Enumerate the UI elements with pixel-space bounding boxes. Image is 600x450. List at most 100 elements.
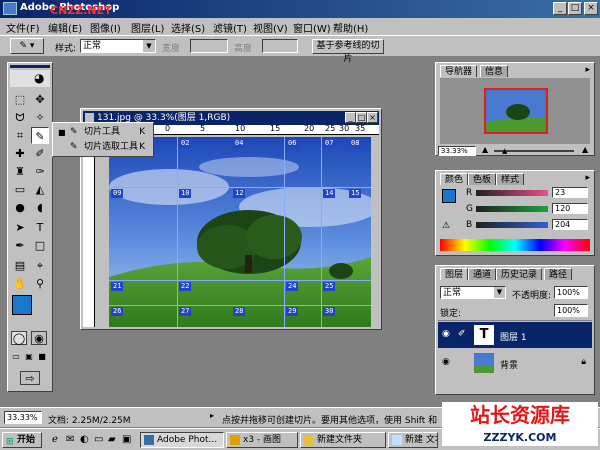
- slice-badge[interactable]: 30: [323, 307, 336, 316]
- move-tool-icon[interactable]: ✥: [31, 91, 49, 108]
- foreground-color-swatch[interactable]: [12, 295, 32, 315]
- slice-badge[interactable]: 25: [323, 282, 336, 291]
- path-selection-tool-icon[interactable]: ➤: [11, 219, 29, 236]
- slices-from-guides-button[interactable]: 基于参考线的切片: [312, 39, 384, 64]
- slice-badge[interactable]: 12: [233, 189, 246, 198]
- blur-tool-icon[interactable]: ●: [11, 199, 29, 216]
- marquee-tool-icon[interactable]: ⬚: [11, 91, 29, 108]
- slice-badge[interactable]: 29: [286, 307, 299, 316]
- brush-tool-icon[interactable]: ✐: [31, 145, 49, 162]
- eyedropper-tool-icon[interactable]: ⌖: [31, 257, 49, 274]
- desktop-icon[interactable]: ▭: [94, 434, 103, 445]
- minimize-button[interactable]: _: [553, 2, 567, 15]
- tab-color[interactable]: 颜色: [440, 173, 469, 185]
- slice-badge[interactable]: 24: [286, 282, 299, 291]
- flyout-item-slice-select-tool[interactable]: ✎ 切片选取工具 K: [56, 140, 151, 155]
- tab-navigator[interactable]: 导航器: [440, 65, 478, 77]
- fill-field[interactable]: 100%: [554, 304, 588, 317]
- close-button[interactable]: ×: [584, 2, 598, 15]
- zoom-slider-thumb-icon[interactable]: ▲: [502, 147, 507, 155]
- taskbar-button-notepad[interactable]: 新建 文本: [388, 432, 438, 448]
- layer-row-selected[interactable]: ◉ ✐ T 图层 1: [438, 322, 592, 348]
- channel-g-slider[interactable]: [476, 206, 548, 212]
- color-spectrum-bar[interactable]: [440, 239, 590, 251]
- navigator-view-box[interactable]: [484, 88, 548, 134]
- taskbar-button-paint[interactable]: x3 - 画图: [226, 432, 298, 448]
- eye-icon[interactable]: ◉: [442, 329, 450, 339]
- channel-b-value[interactable]: 204: [552, 219, 588, 230]
- maximize-button[interactable]: □: [568, 2, 582, 15]
- tab-paths[interactable]: 路径: [544, 268, 573, 280]
- panel-menu-icon[interactable]: ▸: [585, 65, 590, 75]
- slice-badge[interactable]: 02: [179, 139, 192, 148]
- adobe-logo-icon[interactable]: ◕: [10, 70, 50, 87]
- menu-layer[interactable]: 图层(L): [131, 20, 164, 35]
- tab-swatches[interactable]: 色板: [468, 173, 497, 185]
- screen-mode-2-icon[interactable]: ▣: [23, 351, 35, 363]
- rectangle-tool-icon[interactable]: □: [31, 237, 49, 254]
- opacity-field[interactable]: 100%: [554, 286, 588, 299]
- outlook-icon[interactable]: ✉: [66, 434, 74, 445]
- vertical-ruler[interactable]: [83, 135, 95, 327]
- clone-stamp-tool-icon[interactable]: ♜: [11, 163, 29, 180]
- menu-image[interactable]: 图像(I): [90, 20, 121, 35]
- magic-wand-tool-icon[interactable]: ✧: [31, 109, 49, 126]
- slice-badge[interactable]: 21: [111, 282, 124, 291]
- slice-tool-icon[interactable]: ✎: [31, 127, 49, 144]
- navigator-preview-area[interactable]: [440, 78, 590, 144]
- slice-badge[interactable]: 04: [233, 139, 246, 148]
- screen-mode-3-icon[interactable]: ■: [36, 351, 48, 363]
- jump-to-imageready-icon[interactable]: ⇨: [20, 371, 40, 385]
- slice-badge[interactable]: 14: [323, 189, 336, 198]
- canvas-image[interactable]: 02 04 06 07 08 09 10 12 14 15 21 22 24 2…: [109, 137, 371, 327]
- zoom-out-icon[interactable]: ▲: [482, 145, 488, 154]
- navigator-zoom-field[interactable]: 33.33%: [438, 146, 476, 156]
- doc-minimize-button[interactable]: _: [345, 112, 356, 123]
- taskbar-button-folder[interactable]: 新建文件夹: [300, 432, 386, 448]
- slice-badge[interactable]: 22: [179, 282, 192, 291]
- lasso-tool-icon[interactable]: ᗢ: [11, 109, 29, 126]
- dodge-tool-icon[interactable]: ◖: [31, 199, 49, 216]
- channel-r-value[interactable]: 23: [552, 187, 588, 198]
- standard-mode-icon[interactable]: ◯: [11, 331, 27, 345]
- taskbar-button-photoshop[interactable]: Adobe Phot...: [140, 432, 224, 448]
- menu-edit[interactable]: 编辑(E): [48, 20, 82, 35]
- flyout-item-slice-tool[interactable]: ■ ✎ 切片工具 K: [56, 125, 151, 140]
- slice-badge[interactable]: 08: [349, 139, 362, 148]
- tab-styles[interactable]: 样式: [496, 173, 525, 185]
- slice-badge[interactable]: 28: [233, 307, 246, 316]
- slice-badge[interactable]: 09: [111, 189, 124, 198]
- doc-maximize-button[interactable]: □: [356, 112, 367, 123]
- layer-row[interactable]: ◉ 背景 🔒︎: [438, 350, 592, 376]
- paint-bucket-tool-icon[interactable]: ◭: [31, 181, 49, 198]
- slice-badge[interactable]: 07: [323, 139, 336, 148]
- screen-mode-1-icon[interactable]: ▭: [10, 351, 22, 363]
- tab-history[interactable]: 历史记录: [496, 268, 543, 280]
- hand-tool-icon[interactable]: ✋: [11, 275, 29, 292]
- menu-filter[interactable]: 滤镜(T): [213, 20, 247, 35]
- slice-badge[interactable]: 15: [349, 189, 362, 198]
- height-field[interactable]: [262, 39, 298, 53]
- quick-mask-icon[interactable]: ◉: [31, 331, 47, 345]
- channel-b-slider[interactable]: [476, 222, 548, 228]
- type-tool-icon[interactable]: T: [31, 219, 49, 236]
- pen-tool-icon[interactable]: ✒: [11, 237, 29, 254]
- menu-window[interactable]: 窗口(W): [293, 20, 331, 35]
- slice-badge[interactable]: 06: [286, 139, 299, 148]
- status-arrow-icon[interactable]: ▸: [210, 411, 214, 420]
- channel-r-slider[interactable]: [476, 190, 548, 196]
- panel-menu-icon[interactable]: ▸: [585, 173, 590, 183]
- app-icon[interactable]: ▣: [122, 434, 131, 445]
- start-button[interactable]: ⊞ 开始: [2, 432, 42, 448]
- channel-g-value[interactable]: 120: [552, 203, 588, 214]
- foreground-color-chip[interactable]: [442, 189, 456, 203]
- status-zoom-field[interactable]: 33.33%: [4, 411, 42, 424]
- width-field[interactable]: [190, 39, 228, 53]
- menu-help[interactable]: 帮助(H): [333, 20, 368, 35]
- eraser-tool-icon[interactable]: ▭: [11, 181, 29, 198]
- blend-mode-select[interactable]: 正常 ▼: [440, 286, 506, 299]
- slice-badge[interactable]: 26: [111, 307, 124, 316]
- folder-icon[interactable]: ▰: [108, 434, 116, 445]
- eye-icon[interactable]: ◉: [442, 357, 450, 367]
- tab-info[interactable]: 信息: [480, 65, 509, 77]
